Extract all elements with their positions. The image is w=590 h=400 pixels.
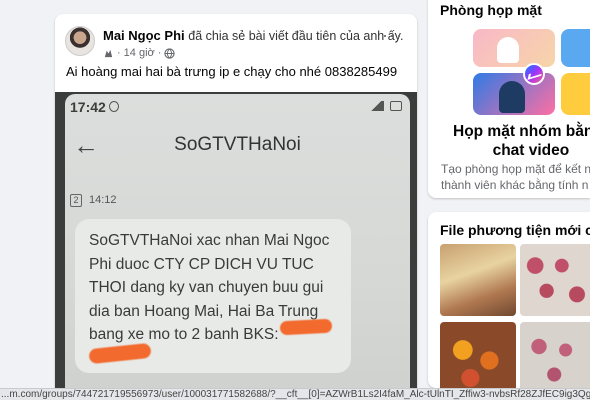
author-action: đã chia sẻ bài viết đầu tiên của anh ấy.	[188, 29, 404, 43]
more-dots-icon[interactable]: ···	[382, 26, 403, 44]
media-thumbnail[interactable]	[440, 322, 516, 388]
redaction-mark	[279, 318, 333, 336]
author-line: Mai Ngọc Phi đã chia sẻ bài viết đầu tiê…	[103, 28, 403, 43]
post-text: Ai hoàng mai hai bà trưng ip e chạy cho …	[66, 64, 398, 79]
rooms-desc-line1: Tạo phòng họp mặt để kết n	[441, 162, 590, 176]
post-separator: ·	[117, 47, 121, 59]
post-meta: · 14 giờ ·	[103, 47, 176, 59]
avatar[interactable]	[65, 26, 95, 56]
person-figure	[499, 81, 525, 113]
sim-icon: 2	[70, 194, 82, 207]
dog-figure	[497, 37, 519, 63]
rooms-tile	[561, 73, 590, 115]
new-member-icon	[104, 49, 113, 57]
recent-media-card: File phương tiện mới chia s	[428, 212, 590, 388]
post-card: Mai Ngọc Phi đã chia sẻ bài viết đầu tiê…	[55, 14, 417, 400]
status-url: ...m.com/groups/744721719556973/user/100…	[0, 388, 590, 400]
rooms-heading: Phòng họp mặt	[440, 2, 542, 18]
post-separator-2: ·	[157, 47, 162, 59]
rooms-desc-line2: thành viên khác bằng tính n	[441, 178, 589, 192]
phone-status-icons	[368, 101, 402, 111]
sms-sender-title: SoGTVTHaNoi	[174, 134, 301, 155]
phone-screenshot: 17:42 ← SoGTVTHaNoi 2 14:12 SoGTVTHaNoi …	[65, 94, 410, 400]
sms-time: 14:12	[89, 194, 117, 206]
media-thumbnail[interactable]	[520, 322, 590, 388]
globe-icon	[164, 47, 176, 59]
author-name[interactable]: Mai Ngọc Phi	[103, 28, 185, 43]
media-thumbnail[interactable]	[520, 244, 590, 316]
rooms-description: Tạo phòng họp mặt để kết n thành viên kh…	[441, 161, 590, 193]
rooms-title: Họp mặt nhóm bằng chat video	[453, 122, 590, 160]
rooms-tile	[561, 29, 590, 67]
alarm-icon	[109, 101, 119, 112]
signal-icon	[368, 101, 384, 111]
rooms-title-line1: Họp mặt nhóm bằng	[453, 123, 590, 140]
phone-status-time: 17:42	[70, 99, 106, 115]
messenger-icon	[523, 63, 545, 85]
battery-icon	[390, 101, 402, 111]
rooms-card: Phòng họp mặt Họp mặt nhóm bằng chat vid…	[428, 0, 590, 198]
post-photo[interactable]: 17:42 ← SoGTVTHaNoi 2 14:12 SoGTVTHaNoi …	[55, 92, 417, 400]
media-heading: File phương tiện mới chia s	[440, 222, 590, 238]
rooms-title-line2: chat video	[492, 142, 570, 159]
media-thumbnail[interactable]	[440, 244, 516, 316]
post-time[interactable]: 14 giờ	[124, 47, 155, 59]
